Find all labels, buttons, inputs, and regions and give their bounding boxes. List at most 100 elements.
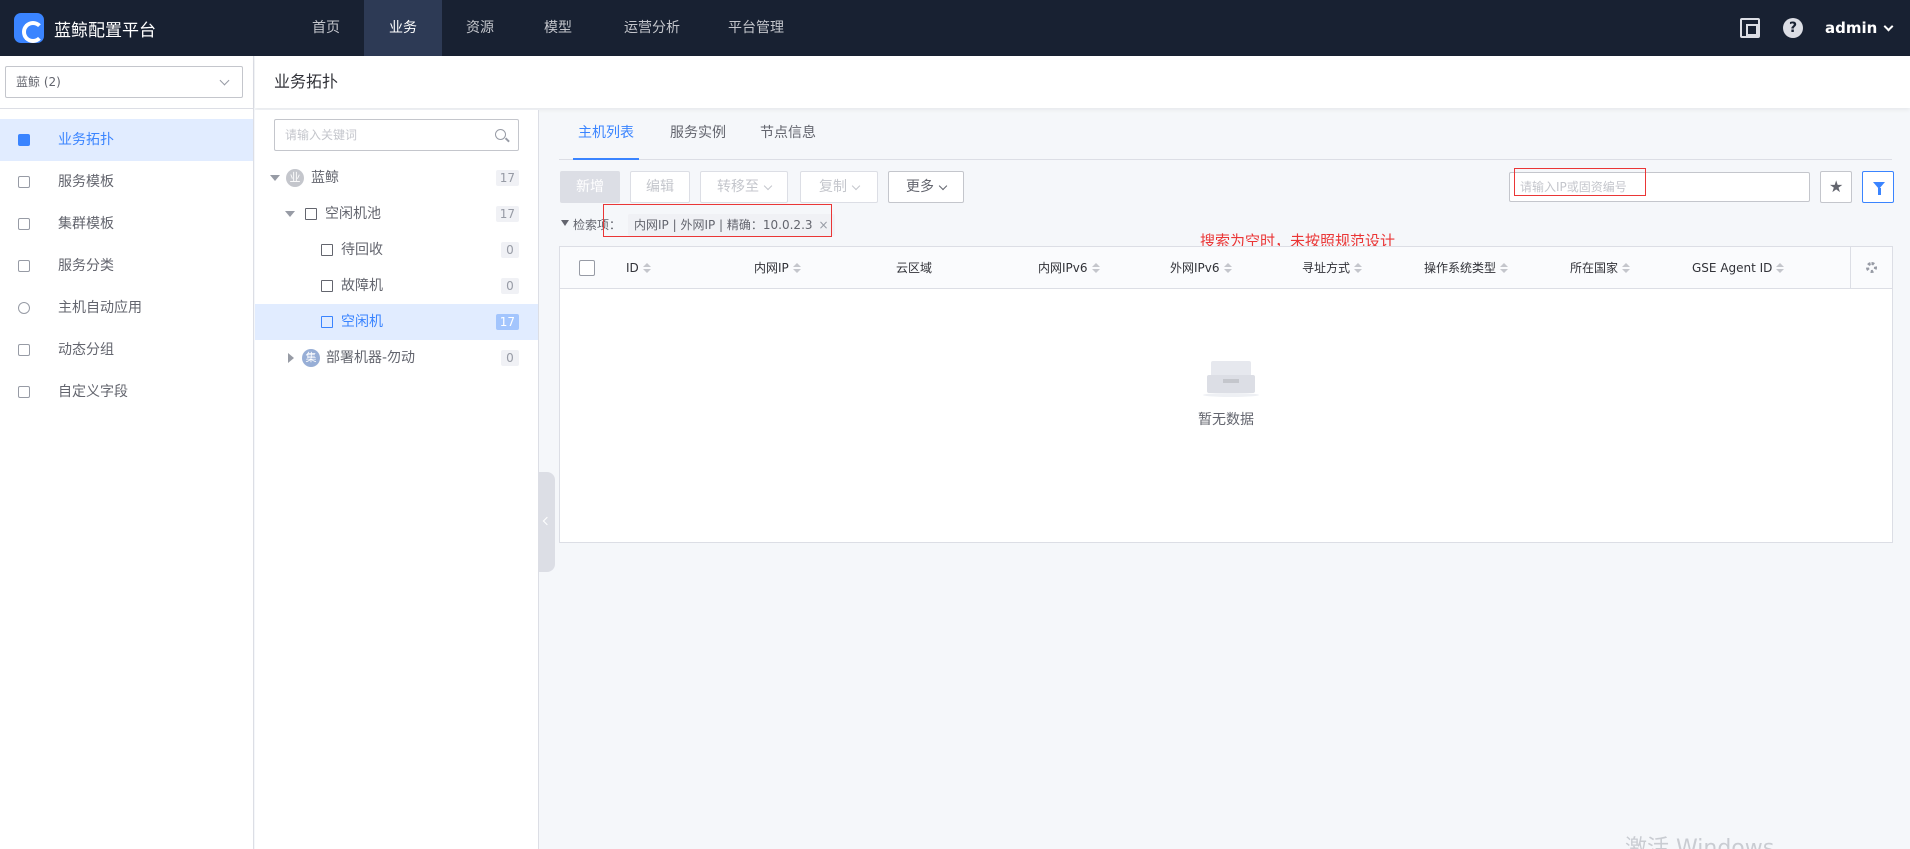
page-title: 业务拓扑 [274, 72, 339, 91]
column-header-addressing[interactable]: 寻址方式 [1302, 247, 1363, 289]
category-icon [18, 260, 30, 272]
nav-item-analytics[interactable]: 运营分析 [612, 0, 692, 56]
filter-icon [561, 220, 569, 226]
sort-icon[interactable] [1500, 263, 1509, 273]
nav-item-model[interactable]: 模型 [530, 0, 586, 56]
sidebar-item-topology[interactable]: 业务拓扑 [0, 119, 253, 161]
cluster-badge-icon: 集 [302, 349, 320, 367]
help-icon[interactable]: ? [1783, 18, 1803, 38]
sort-icon[interactable] [642, 263, 651, 273]
add-button[interactable]: 新增 [560, 171, 620, 203]
business-badge-icon: 业 [286, 169, 304, 187]
business-select-value: 蓝鲸 (2) [16, 75, 61, 89]
sort-icon[interactable] [1622, 263, 1631, 273]
caret-down-icon[interactable] [285, 211, 295, 217]
dynamic-group-icon [18, 344, 30, 356]
column-header-os-type[interactable]: 操作系统类型 [1424, 247, 1509, 289]
tree-search-input[interactable]: 请输入关键词 [274, 119, 519, 151]
tree-node-idle-pool[interactable]: 空闲机池 17 [255, 196, 538, 232]
sort-icon[interactable] [1091, 263, 1100, 273]
column-settings-button[interactable] [1850, 247, 1892, 288]
brand[interactable]: 蓝鲸配置平台 [14, 0, 156, 56]
annotation-box-filter [603, 204, 832, 237]
tree-node-faulty[interactable]: 故障机 0 [255, 268, 538, 304]
column-header-inner-ip[interactable]: 内网IP [754, 247, 801, 289]
edit-button[interactable]: 编辑 [630, 171, 690, 203]
module-icon [321, 316, 333, 328]
column-header-inner-ipv6[interactable]: 内网IPv6 [1038, 247, 1100, 289]
page-header: 业务拓扑 [255, 56, 1910, 108]
caret-down-icon[interactable] [270, 175, 280, 181]
caret-right-icon[interactable] [288, 353, 294, 363]
column-label: 内网IP [754, 261, 789, 275]
column-header-country[interactable]: 所在国家 [1570, 247, 1631, 289]
sort-icon[interactable] [1776, 263, 1785, 273]
copy-label: 复制 [819, 179, 847, 195]
sidebar-item-dynamic-group[interactable]: 动态分组 [0, 329, 253, 371]
tab-service-instance[interactable]: 服务实例 [668, 118, 728, 160]
tree-node-bk[interactable]: 业 蓝鲸 17 [255, 160, 538, 196]
app-title: 蓝鲸配置平台 [54, 20, 156, 41]
tree-node-count: 17 [495, 314, 519, 330]
tree-node-label: 故障机 [341, 278, 383, 294]
tree-node-label: 蓝鲸 [311, 170, 339, 186]
tree-node-idle[interactable]: 空闲机 17 [255, 304, 538, 340]
favorite-button[interactable]: ★ [1820, 171, 1852, 203]
column-header-outer-ipv6[interactable]: 外网IPv6 [1170, 247, 1232, 289]
nav-item-resource[interactable]: 资源 [452, 0, 508, 56]
sidebar-item-service-category[interactable]: 服务分类 [0, 245, 253, 287]
sort-icon[interactable] [792, 263, 801, 273]
table-header: ID 内网IP 云区域 内网IPv6 外网IPv6 寻址方式 操作系统类型 所在… [560, 247, 1892, 289]
tab-host-list[interactable]: 主机列表 [573, 118, 639, 160]
tree-node-count: 17 [495, 206, 519, 222]
cluster-icon [18, 218, 30, 230]
column-header-gse-agent-id[interactable]: GSE Agent ID [1692, 247, 1785, 289]
sidebar: 蓝鲸 (2) 业务拓扑 服务模板 集群模板 服务分类 主机自动应用 动态分组 自… [0, 56, 254, 849]
column-label: 外网IPv6 [1170, 261, 1220, 275]
sidebar-item-label: 服务模板 [58, 174, 114, 190]
sort-icon[interactable] [1223, 263, 1232, 273]
tree-node-recycle[interactable]: 待回收 0 [255, 232, 538, 268]
notice-icon[interactable] [1740, 18, 1760, 38]
tab-node-info[interactable]: 节点信息 [758, 118, 818, 160]
nav-item-home[interactable]: 首页 [298, 0, 354, 56]
chevron-down-icon [1883, 21, 1894, 32]
filter-button[interactable] [1862, 171, 1894, 203]
sidebar-item-service-template[interactable]: 服务模板 [0, 161, 253, 203]
sidebar-item-label: 动态分组 [58, 342, 114, 358]
tree-node-deploy[interactable]: 集 部署机器-勿动 0 [255, 340, 538, 376]
select-all-checkbox[interactable] [579, 260, 595, 276]
host-table: ID 内网IP 云区域 内网IPv6 外网IPv6 寻址方式 操作系统类型 所在… [559, 246, 1893, 543]
business-select[interactable]: 蓝鲸 (2) [5, 66, 243, 98]
star-icon: ★ [1829, 177, 1844, 196]
transfer-button[interactable]: 转移至 [700, 171, 788, 203]
sidebar-item-host-auto-apply[interactable]: 主机自动应用 [0, 287, 253, 329]
sidebar-item-label: 主机自动应用 [58, 300, 142, 316]
column-header-cloud-area: 云区域 [896, 247, 932, 289]
collapse-tree-handle[interactable] [539, 472, 555, 572]
sidebar-item-cluster-template[interactable]: 集群模板 [0, 203, 253, 245]
column-label: 操作系统类型 [1424, 261, 1497, 275]
tree-node-count: 0 [501, 242, 519, 258]
tree-node-count: 0 [501, 278, 519, 294]
nav-item-business[interactable]: 业务 [364, 0, 442, 56]
more-button[interactable]: 更多 [888, 171, 964, 203]
user-menu[interactable]: admin [1825, 0, 1894, 56]
chevron-down-icon [938, 181, 948, 191]
column-label: 寻址方式 [1302, 261, 1351, 275]
tree-node-count: 17 [495, 170, 519, 186]
topology-icon [18, 134, 30, 146]
content-tabs: 主机列表 服务实例 节点信息 [559, 118, 1892, 160]
divider [0, 108, 254, 109]
tree-node-count: 0 [501, 350, 519, 366]
column-label: 云区域 [896, 261, 933, 275]
chevron-down-icon [851, 181, 861, 191]
transfer-label: 转移至 [717, 179, 759, 195]
column-header-id[interactable]: ID [626, 247, 651, 289]
sidebar-item-custom-fields[interactable]: 自定义字段 [0, 371, 253, 413]
copy-button[interactable]: 复制 [800, 171, 878, 203]
top-navigation: 蓝鲸配置平台 首页 业务 资源 模型 运营分析 平台管理 ? admin [0, 0, 1910, 56]
chevron-down-icon [763, 181, 773, 191]
nav-item-platform[interactable]: 平台管理 [716, 0, 796, 56]
sort-icon[interactable] [1354, 263, 1363, 273]
